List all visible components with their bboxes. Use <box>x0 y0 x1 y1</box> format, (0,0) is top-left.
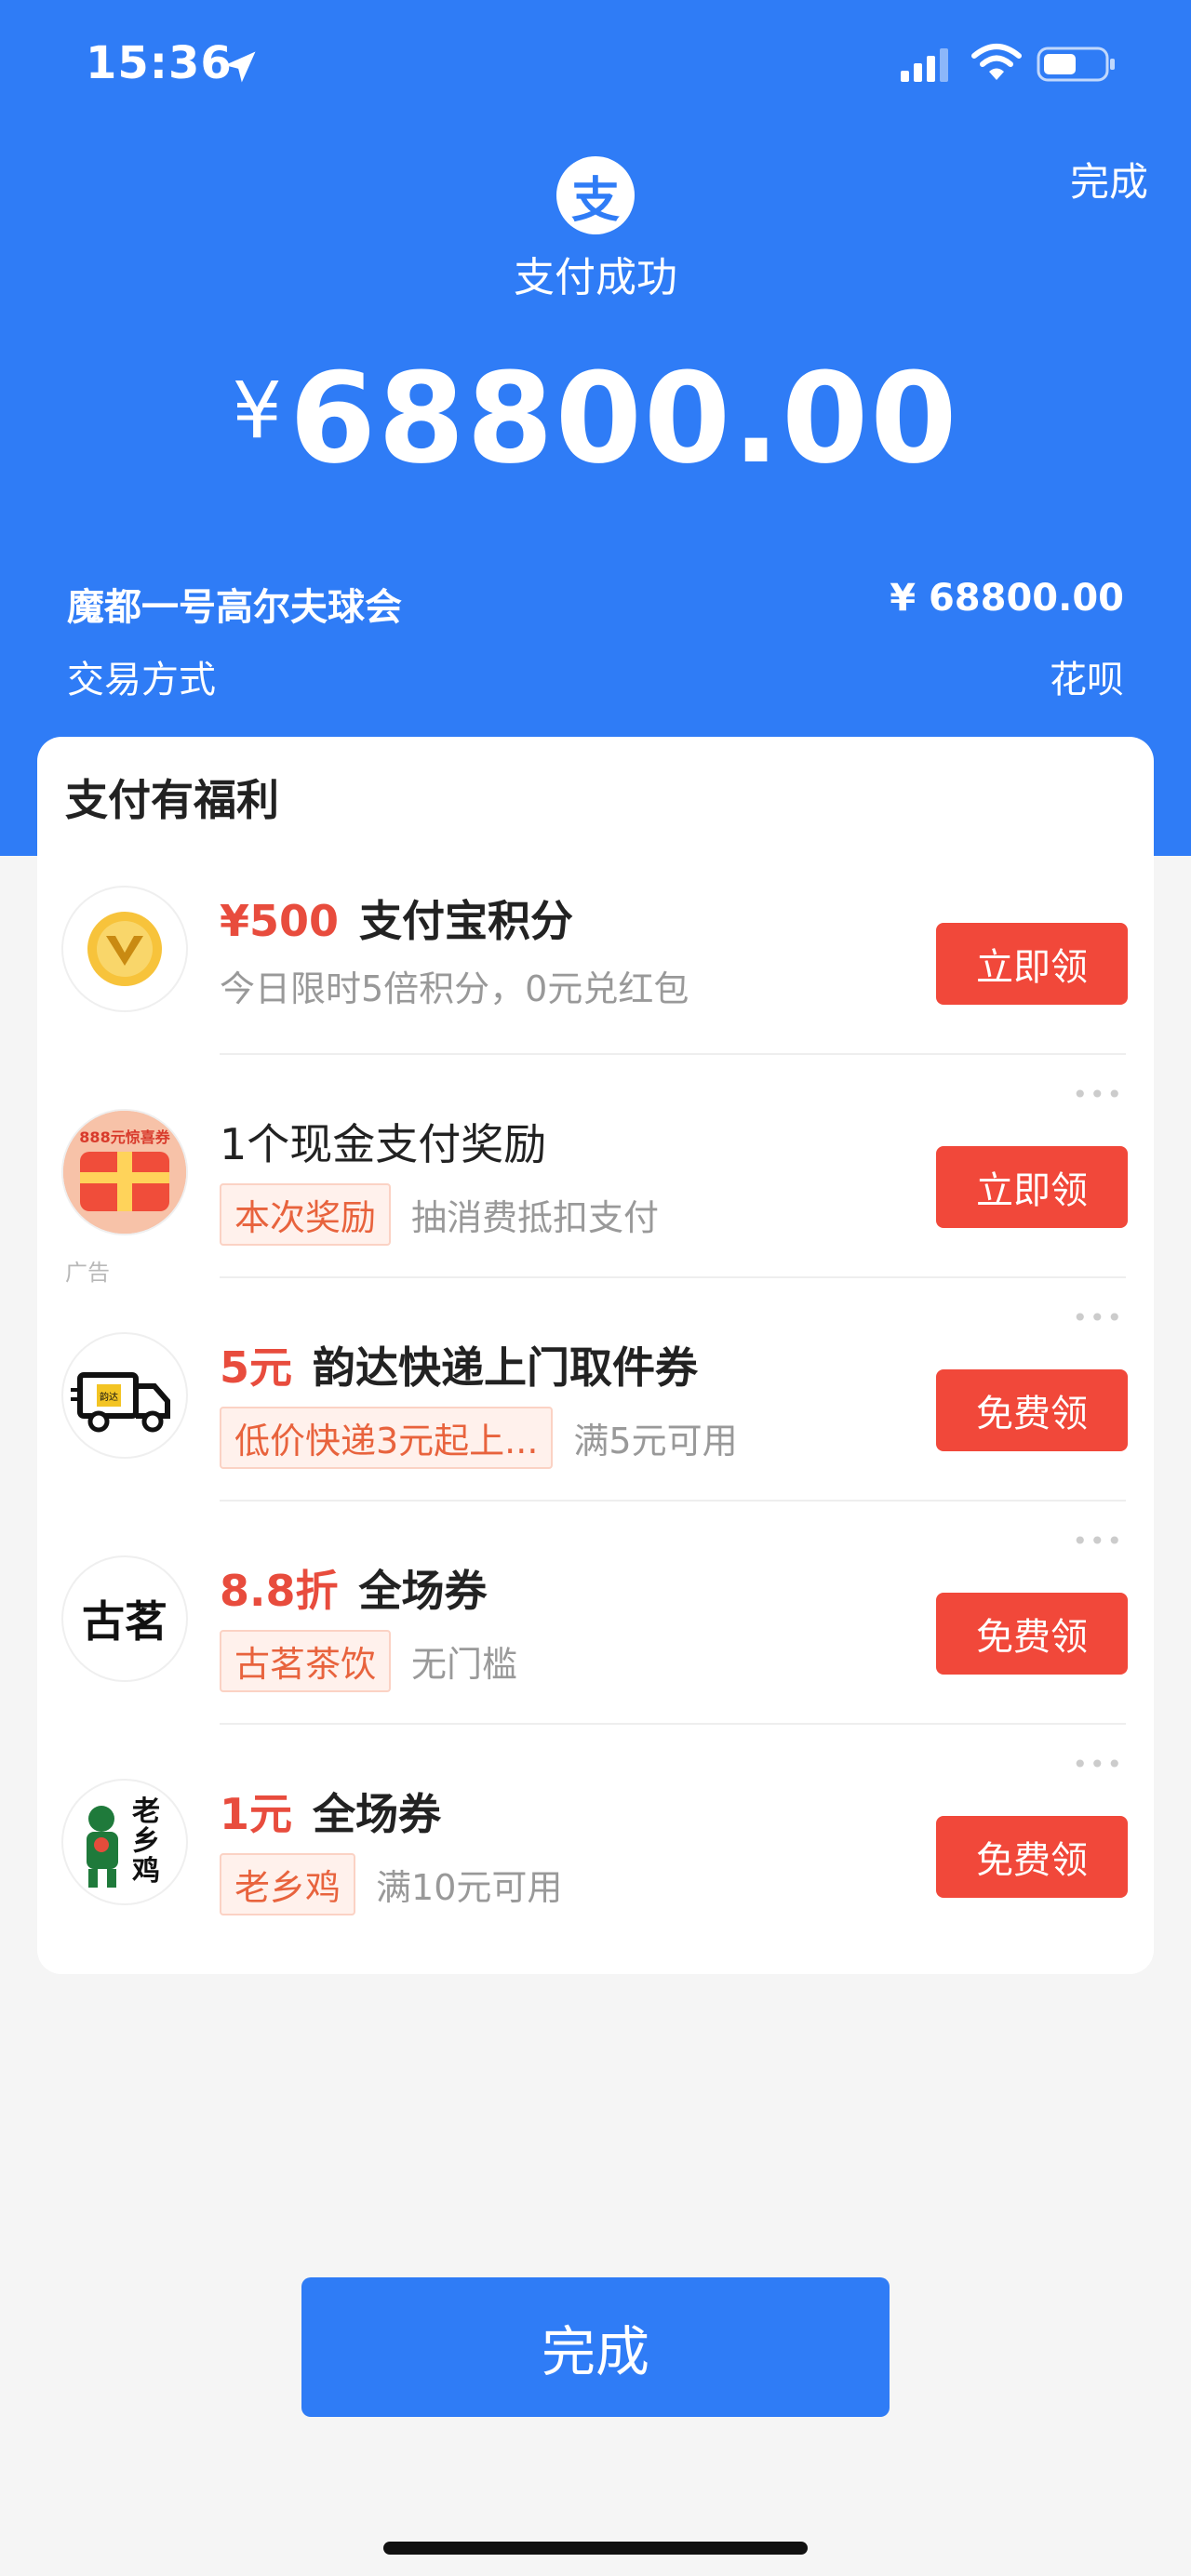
payment-amount: ¥68800.00 <box>0 346 1191 491</box>
benefit-detail: 低价快递3元起上... 满5元可用 <box>220 1407 738 1469</box>
more-options-icon[interactable]: ••• <box>1072 1749 1124 1780</box>
benefits-card: 支付有福利 ¥500 支付宝积分 今日限时5倍积分，0元兑红包 立即领 ••• 8… <box>37 737 1154 1974</box>
benefit-detail: 本次奖励 抽消费抵扣支付 <box>220 1183 659 1246</box>
benefit-description: 满5元可用 <box>573 1421 738 1462</box>
cellular-signal-icon <box>901 48 948 82</box>
amount-value: 68800.00 <box>288 346 959 491</box>
benefit-name: 支付宝积分 <box>359 896 574 946</box>
benefit-tag: 低价快递3元起上... <box>220 1407 554 1469</box>
benefit-headline: ¥500 支付宝积分 <box>220 888 573 949</box>
benefit-highlight: 5元 <box>220 1342 293 1393</box>
gift-coupon-text: 888元惊喜券 <box>79 1128 170 1146</box>
benefit-tag: 老乡鸡 <box>220 1853 356 1915</box>
benefit-description: 满10元可用 <box>376 1867 563 1908</box>
payment-method-value: 花呗 <box>1050 659 1124 701</box>
benefit-detail: 老乡鸡 满10元可用 <box>220 1853 562 1915</box>
payment-method-label: 交易方式 <box>67 659 216 701</box>
benefit-row-yunda[interactable]: ••• 韵达 5元 韵达快递上门取件券 低价快递3元起上... 满5元可用 免费领 <box>37 1278 1154 1502</box>
benefit-name: 韵达快递上门取件券 <box>313 1342 699 1393</box>
benefit-highlight: ¥500 <box>220 896 340 946</box>
benefit-highlight: 1元 <box>220 1789 293 1839</box>
wifi-icon <box>971 44 1022 80</box>
benefit-detail: 古茗茶饮 无门槛 <box>220 1630 517 1692</box>
yunda-logo-text: 韵达 <box>100 1391 118 1403</box>
alipay-logo-icon: 支 <box>556 156 635 234</box>
header-done-button[interactable]: 完成 <box>1070 151 1148 207</box>
benefit-name: 全场券 <box>313 1789 442 1839</box>
home-indicator[interactable] <box>383 2542 808 2555</box>
benefit-description: 今日限时5倍积分，0元兑红包 <box>220 968 689 1009</box>
benefit-tag: 本次奖励 <box>220 1183 392 1246</box>
more-options-icon[interactable]: ••• <box>1072 1302 1124 1333</box>
merchant-amount: ¥ 68800.00 <box>890 577 1124 620</box>
more-options-icon[interactable]: ••• <box>1072 1526 1124 1556</box>
benefit-row-guming[interactable]: ••• 古茗 8.8折 全场券 古茗茶饮 无门槛 免费领 <box>37 1502 1154 1725</box>
delivery-truck-icon: 韵达 <box>63 1334 186 1457</box>
benefit-row-laoxiangji[interactable]: ••• 老乡鸡 1元 全场券 老乡鸡 满10元可用 免费领 <box>37 1725 1154 1948</box>
claim-button[interactable]: 免费领 <box>936 1816 1128 1898</box>
status-time: 15:36 <box>86 37 233 89</box>
guming-logo-text: 古茗 <box>82 1596 167 1647</box>
benefit-highlight: 8.8折 <box>220 1566 339 1616</box>
location-arrow-icon <box>224 51 256 83</box>
benefit-name: 全场券 <box>358 1566 488 1616</box>
claim-button[interactable]: 免费领 <box>936 1593 1128 1675</box>
benefit-headline: 1元 全场券 <box>220 1781 441 1842</box>
benefit-row-cash-reward[interactable]: ••• 888元惊喜券 1个现金支付奖励 本次奖励 抽消费抵扣支付 立即领 <box>37 1055 1154 1278</box>
merchant-name: 魔都一号高尔夫球会 <box>67 586 402 629</box>
benefit-name: 1个现金支付奖励 <box>220 1119 547 1169</box>
benefit-description: 抽消费抵扣支付 <box>411 1197 660 1238</box>
benefit-headline: 1个现金支付奖励 <box>220 1111 546 1172</box>
benefit-tag: 古茗茶饮 <box>220 1630 392 1692</box>
guming-logo: 古茗 <box>63 1557 186 1680</box>
claim-button[interactable]: 立即领 <box>936 923 1128 1005</box>
alipay-points-icon <box>63 888 186 1010</box>
benefit-headline: 5元 韵达快递上门取件券 <box>220 1334 698 1395</box>
done-button[interactable]: 完成 <box>301 2277 890 2417</box>
more-options-icon[interactable]: ••• <box>1072 1079 1124 1110</box>
benefit-headline: 8.8折 全场券 <box>220 1557 488 1619</box>
currency-symbol: ¥ <box>232 365 282 456</box>
benefit-description: 无门槛 <box>411 1644 518 1685</box>
benefit-row-points[interactable]: ¥500 支付宝积分 今日限时5倍积分，0元兑红包 立即领 <box>37 832 1154 1055</box>
claim-button[interactable]: 立即领 <box>936 1146 1128 1228</box>
battery-icon <box>1037 47 1115 82</box>
laoxiangji-logo-text: 老乡鸡 <box>132 1795 160 1888</box>
claim-button[interactable]: 免费领 <box>936 1369 1128 1451</box>
benefits-title: 支付有福利 <box>65 775 279 825</box>
gift-coupon-icon: 888元惊喜券 <box>63 1111 186 1234</box>
laoxiangji-logo: 老乡鸡 <box>63 1781 186 1903</box>
payment-success-title: 支付成功 <box>514 254 677 301</box>
